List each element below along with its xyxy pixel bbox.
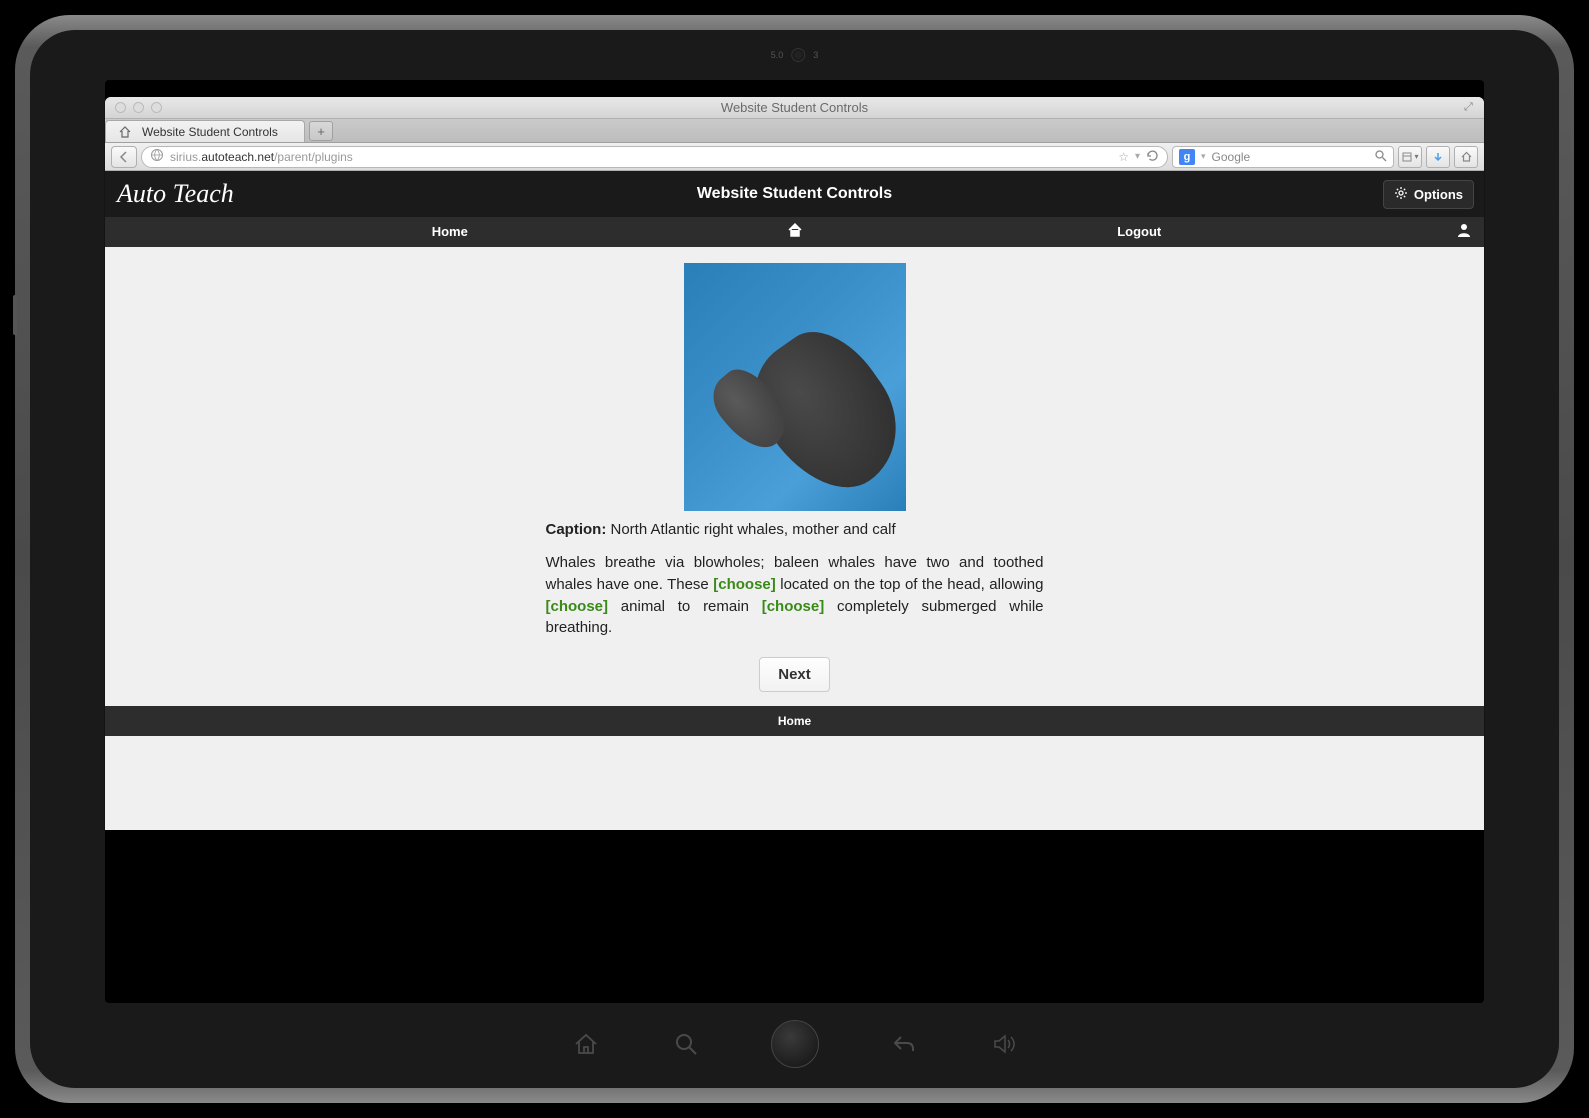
dropdown-icon[interactable]: ▾ (1135, 151, 1140, 162)
options-button[interactable]: Options (1383, 180, 1474, 209)
tablet-camera (791, 48, 805, 62)
page-title: Website Student Controls (105, 185, 1484, 203)
tablet-volume-icon[interactable] (989, 1029, 1019, 1059)
choose-dropdown-3[interactable]: [choose] (762, 598, 825, 615)
tablet-search-icon[interactable] (671, 1029, 701, 1059)
tab-label: Website Student Controls (142, 125, 278, 139)
tablet-back-icon[interactable] (889, 1029, 919, 1059)
window-title: Website Student Controls (105, 100, 1484, 115)
caption-text: North Atlantic right whales, mother and … (606, 521, 895, 538)
home-icon[interactable] (787, 222, 803, 243)
next-button[interactable]: Next (759, 657, 830, 692)
window-titlebar: Website Student Controls ⤢ (105, 97, 1484, 119)
tablet-bottom-bar (571, 1020, 1019, 1068)
footer-home-link[interactable]: Home (778, 714, 811, 728)
url-field[interactable]: sirius.autoteach.net/parent/plugins ☆ ▾ (141, 146, 1168, 168)
browser-tab[interactable]: Website Student Controls (105, 120, 305, 142)
dropdown-icon[interactable]: ▾ (1201, 151, 1206, 162)
tab-bar: Website Student Controls + (105, 119, 1484, 143)
caption-line: Caption: North Atlantic right whales, mo… (546, 521, 1044, 538)
nav-back-button[interactable] (111, 146, 137, 168)
bookmark-star-icon[interactable]: ☆ (1118, 150, 1129, 164)
nav-logout-link[interactable]: Logout (1117, 224, 1161, 239)
choose-dropdown-1[interactable]: [choose] (713, 576, 776, 593)
tablet-side-button[interactable] (13, 295, 17, 335)
tablet-home-icon[interactable] (571, 1029, 601, 1059)
globe-icon (150, 148, 164, 165)
search-icon (1374, 149, 1387, 165)
reload-icon[interactable] (1146, 149, 1159, 165)
content-area: Caption: North Atlantic right whales, mo… (105, 247, 1484, 736)
lesson-body: Whales breathe via blowholes; baleen wha… (546, 552, 1044, 639)
window-expand-icon[interactable]: ⤢ (1464, 101, 1476, 113)
choose-dropdown-2[interactable]: [choose] (546, 598, 609, 615)
browser-window: Website Student Controls ⤢ Website Stude… (105, 97, 1484, 830)
toolbar-menu-button[interactable]: ▾ (1398, 146, 1422, 168)
nav-home-link[interactable]: Home (432, 224, 468, 239)
lesson-container: Caption: North Atlantic right whales, mo… (546, 263, 1044, 692)
search-placeholder: Google (1212, 150, 1368, 164)
gear-icon (1394, 186, 1408, 203)
app-footer: Home (105, 706, 1484, 736)
tab-favicon (118, 125, 132, 139)
tablet-home-button[interactable] (771, 1020, 819, 1068)
options-label: Options (1414, 187, 1463, 202)
search-field[interactable]: g ▾ Google (1172, 146, 1394, 168)
user-icon[interactable] (1456, 222, 1472, 243)
lesson-image (684, 263, 906, 511)
tablet-frame: 5.0 3 Website Student Controls ⤢ (15, 15, 1574, 1103)
app-nav: Home Logout (105, 217, 1484, 247)
app-logo[interactable]: Auto Teach (115, 184, 234, 205)
url-toolbar: sirius.autoteach.net/parent/plugins ☆ ▾ … (105, 143, 1484, 171)
home-button[interactable] (1454, 146, 1478, 168)
tablet-top-indicators: 5.0 3 (771, 48, 819, 62)
tablet-bezel: 5.0 3 Website Student Controls ⤢ (30, 30, 1559, 1088)
new-tab-button[interactable]: + (309, 121, 333, 141)
caption-label: Caption: (546, 521, 607, 538)
app-header: Auto Teach Website Student Controls Opti… (105, 171, 1484, 217)
search-engine-icon: g (1179, 149, 1195, 165)
page-viewport: Auto Teach Website Student Controls Opti… (105, 171, 1484, 830)
download-button[interactable] (1426, 146, 1450, 168)
tablet-screen: Website Student Controls ⤢ Website Stude… (105, 80, 1484, 1003)
url-text: sirius.autoteach.net/parent/plugins (170, 150, 1112, 164)
